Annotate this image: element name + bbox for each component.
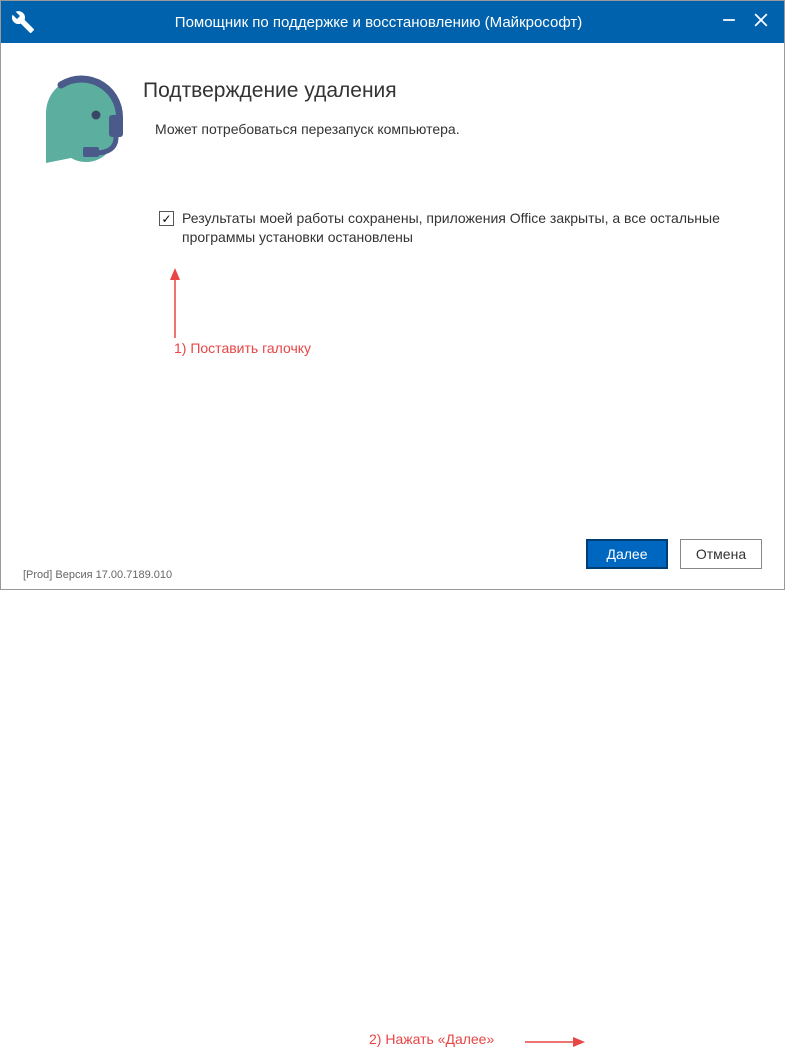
next-button[interactable]: Далее bbox=[586, 539, 668, 569]
annotation-step-1: 1) Поставить галочку bbox=[174, 340, 311, 356]
app-icon bbox=[11, 10, 35, 34]
checkbox-row: ✓ Результаты моей работы сохранены, прил… bbox=[159, 209, 754, 247]
avatar bbox=[31, 73, 131, 173]
minimize-button[interactable] bbox=[720, 11, 738, 29]
window-controls bbox=[720, 11, 770, 29]
page-heading: Подтверждение удаления bbox=[143, 79, 754, 103]
version-label: [Prod] Версия 17.00.7189.010 bbox=[23, 569, 172, 581]
titlebar: Помощник по поддержке и восстановлению (… bbox=[1, 1, 784, 43]
annotation-arrow-2-icon bbox=[525, 1032, 585, 1052]
confirm-checkbox[interactable]: ✓ bbox=[159, 211, 174, 226]
checkmark-icon: ✓ bbox=[161, 213, 171, 225]
close-button[interactable] bbox=[752, 11, 770, 29]
main-row: Подтверждение удаления Может потребовать… bbox=[31, 73, 754, 173]
window: Помощник по поддержке и восстановлению (… bbox=[0, 0, 785, 590]
annotation-arrow-1-icon bbox=[165, 268, 185, 338]
cancel-button[interactable]: Отмена bbox=[680, 539, 762, 569]
content-area: Подтверждение удаления Может потребовать… bbox=[1, 43, 784, 533]
text-column: Подтверждение удаления Может потребовать… bbox=[143, 73, 754, 173]
page-subtext: Может потребоваться перезапуск компьютер… bbox=[155, 121, 754, 137]
annotation-step-2: 2) Нажать «Далее» bbox=[369, 1031, 494, 1047]
window-title: Помощник по поддержке и восстановлению (… bbox=[43, 14, 774, 31]
footer: [Prod] Версия 17.00.7189.010 2) Нажать «… bbox=[1, 533, 784, 589]
confirm-checkbox-label[interactable]: Результаты моей работы сохранены, прилож… bbox=[182, 209, 754, 247]
